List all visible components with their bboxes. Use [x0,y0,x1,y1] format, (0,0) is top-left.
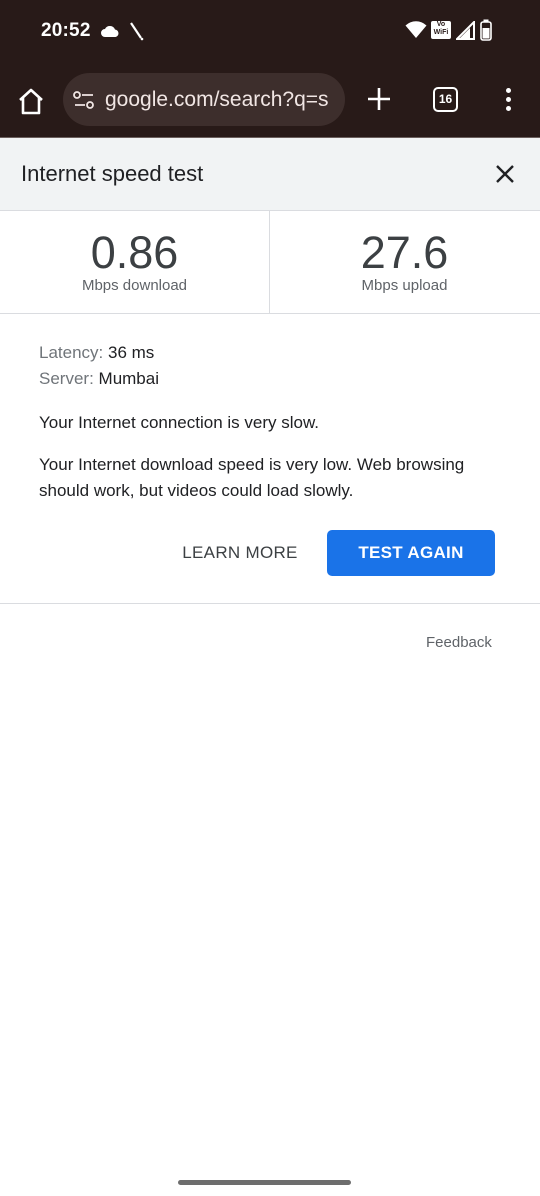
close-icon[interactable] [491,160,519,188]
speed-test-header: Internet speed test [0,137,540,211]
new-tab-plus-icon[interactable] [366,86,392,112]
download-unit: Mbps download [81,277,188,294]
browser-toolbar: google.com/search?q=s 16 [0,62,540,137]
signal-slash-icon [130,22,144,41]
home-icon[interactable] [15,86,47,118]
url-text[interactable]: google.com/search?q=s [105,88,329,112]
connection-message: Your Internet connection is very slow. [39,413,320,432]
server-label: Server: [39,369,94,388]
tune-icon[interactable] [73,90,95,110]
feedback-link[interactable]: Feedback [426,634,492,651]
vowifi-icon: Vo WiFi [431,21,451,39]
more-menu-icon[interactable] [503,88,513,114]
omnibox[interactable]: google.com/search?q=s [63,73,345,126]
speed-metrics: 0.86 Mbps download 27.6 Mbps upload [0,210,540,314]
latency-value: 36 ms [108,343,155,362]
divider [0,603,540,604]
download-metric: 0.86 Mbps download [0,211,270,313]
upload-value: 27.6 [360,227,449,278]
card-title: Internet speed test [21,161,204,186]
browser-chrome: 20:52 Vo WiFi google.com/search?q=s 16 [0,0,540,137]
cloud-icon [101,26,119,37]
latency-row: Latency: 36 ms [39,342,509,368]
upload-metric: 27.6 Mbps upload [270,211,539,313]
status-time: 20:52 [41,20,91,41]
test-again-button[interactable]: TEST AGAIN [327,530,495,576]
server-value: Mumbai [98,369,159,388]
server-row: Server: Mumbai [39,368,509,394]
learn-more-button[interactable]: LEARN MORE [168,530,312,576]
download-message: Your Internet download speed is very low… [39,455,465,500]
download-value: 0.86 [90,227,179,278]
battery-icon [480,19,492,41]
status-bar: 20:52 Vo WiFi [0,0,540,62]
wifi-icon [405,21,427,38]
upload-unit: Mbps upload [361,277,448,294]
speed-details: Latency: 36 ms Server: Mumbai Your Inter… [39,342,509,504]
tab-switcher-button[interactable]: 16 [433,87,458,112]
gesture-handle[interactable] [178,1180,351,1185]
cell-signal-icon [456,21,475,40]
latency-label: Latency: [39,343,104,362]
